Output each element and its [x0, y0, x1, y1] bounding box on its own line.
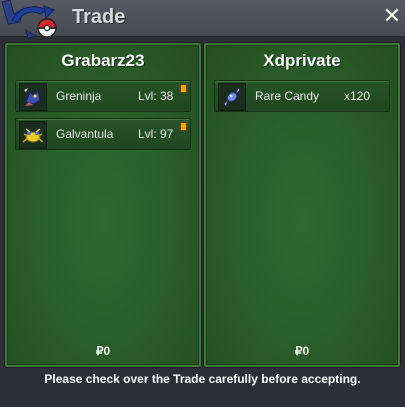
your-offer-panel: Grabarz23 Greninja Lvl: 38 Galvantula Lv…: [5, 43, 201, 367]
item-name: Rare Candy: [255, 89, 320, 103]
galvantula-icon: [19, 121, 47, 149]
item-name: Greninja: [56, 89, 102, 103]
trade-slot-galvantula[interactable]: Galvantula Lvl: 97: [15, 118, 191, 150]
trade-slot-greninja[interactable]: Greninja Lvl: 38: [15, 80, 191, 112]
trade-slot-rare-candy[interactable]: Rare Candy x120: [214, 80, 390, 112]
trade-window: Trade ✕ Grabarz23 Greninja Lvl: 38 Galva…: [0, 0, 405, 407]
money-offer: ₽0: [95, 344, 111, 358]
marker-tag-icon: [180, 122, 187, 131]
money-offer: ₽0: [294, 344, 310, 358]
item-level: Lvl: 38: [138, 89, 174, 103]
item-name: Galvantula: [56, 127, 114, 141]
rare-candy-icon: [218, 83, 246, 111]
marker-tag-icon: [180, 84, 187, 93]
their-offer-panel: Xdprivate Rare Candy x120 ₽0: [204, 43, 400, 367]
item-level: Lvl: 97: [138, 127, 174, 141]
player-name: Xdprivate: [263, 51, 341, 70]
item-quantity: x120: [344, 89, 371, 103]
player-name: Grabarz23: [61, 51, 145, 70]
greninja-icon: [19, 83, 47, 111]
trade-logo-icon: [0, 0, 64, 40]
trade-instructions: Please check over the Trade carefully be…: [44, 372, 361, 386]
close-button[interactable]: ✕: [381, 6, 403, 28]
window-title: Trade: [72, 6, 126, 28]
